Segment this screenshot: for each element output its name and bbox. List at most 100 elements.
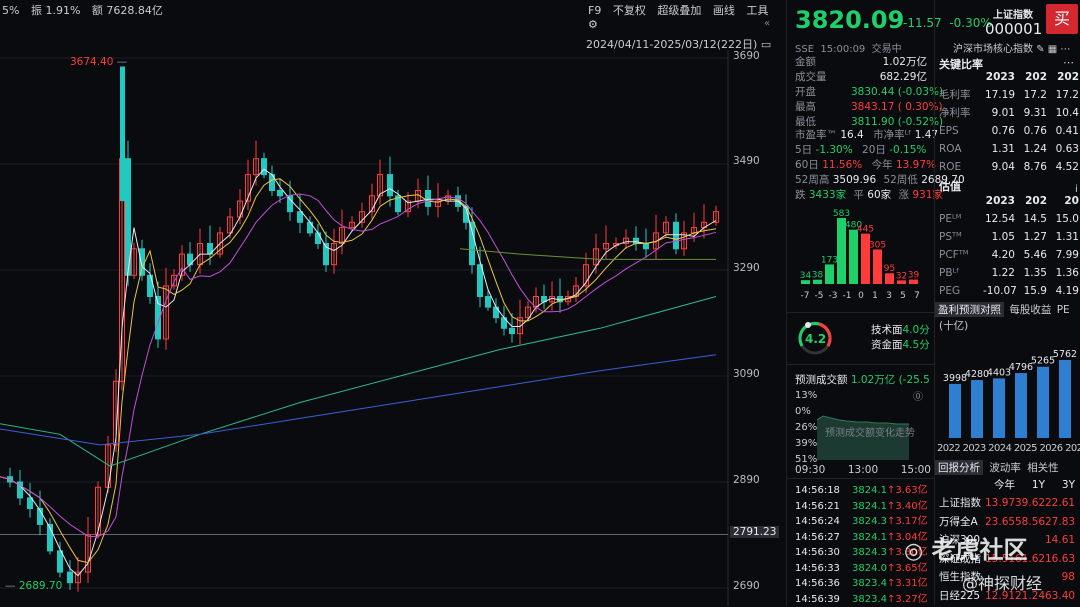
ratios-row: EPS 0.76 0.76 0.41 [939,122,1080,140]
dist-x-label: -1 [843,291,852,301]
edit-icon[interactable]: ✎ [1036,44,1044,55]
stat-row: 成交量 682.29亿 [795,70,931,85]
dist-bar-label: 34 [800,271,812,281]
returns-value: 39.62 [1015,497,1046,509]
tab-returns[interactable]: 回报分析 [935,460,983,475]
valuation-value: 12.54 [984,213,1015,225]
calendar-icon[interactable]: ▭ [761,38,771,51]
quote-panel: 3820.09 -11.57 -0.30% SSE 15:00:09 交易中 市… [786,0,992,606]
valuation-value: 15.0 [1055,213,1079,225]
buy-button[interactable]: 买 [1046,4,1078,34]
candle-body [485,296,491,308]
returns-row: 上证指数 13.9739.6222.61 [939,494,1080,512]
amp-text: 5% [2,4,20,17]
dist-x-label: 5 [900,291,906,301]
candle-body [287,195,293,213]
tick-row: 14:56:21 3824.1↑3.40亿 [795,499,931,514]
tools-button[interactable]: 工具 [746,4,768,17]
overlay-button[interactable]: 超级叠加 [657,4,701,17]
tick-time: 14:56:33 [795,562,840,574]
tick-price: 3824.1 [852,485,887,496]
dist-bar-label: 95 [884,264,895,274]
dist-bar-label: 39 [908,271,920,281]
index-code: 000001 [985,20,1043,38]
valuation-row: PEᴸᴹ 12.54 14.5 15.0 [939,210,1080,228]
profit-bar-label: 3998 [943,373,967,384]
tick-time: 14:56:21 [795,500,840,512]
valuation-year: 202 [1025,195,1047,207]
forecast-scale-label: 26% [795,422,818,433]
dist-bar [873,249,882,284]
tab-correlation[interactable]: 相关性 [1027,460,1059,475]
profit-bar-label: 5762 [1053,349,1077,360]
low-label-text: 2689.70 [18,580,63,592]
ratios-row: 毛利率 17.19 17.2 17.2 [939,86,1080,104]
tick-row: 14:56:24 3824.3↑3.17亿 [795,514,931,529]
returns-value: 98 [1061,571,1075,583]
no-adjust-button[interactable]: 不复权 [613,4,646,17]
candle-body [673,221,679,250]
profit-bar-label: 4796 [1009,362,1033,373]
profit-bar [1059,360,1071,438]
tab-volatility[interactable]: 波动率 [986,460,1024,475]
ratios-value: 0.41 [1055,125,1079,137]
ratios-year: 2023 [985,71,1015,83]
tab-eps[interactable]: 每股收益 [1007,302,1053,317]
dist-x-label: 7 [914,291,920,301]
fund-score: 资金面4.5分 [871,339,930,351]
kline-chart-area[interactable]: 5% 振 1.91% 额 7628.84亿 F9 不复权 超级叠加 画线 工具 … [0,0,786,606]
index-name: 上证指数 [993,10,1033,21]
collapse-icon[interactable]: « [764,18,770,29]
tab-profit-forecast[interactable]: 盈利预测对照 [935,302,1004,317]
valuation-value: 14.5 [1023,213,1047,225]
tab-pe[interactable]: PE [1057,304,1070,316]
candle-body [509,327,515,335]
ratios-value: 9.04 [991,161,1015,173]
candle-body [67,571,73,584]
valuation-value: 4.20 [991,249,1015,261]
exchange-text: SSE [795,44,815,55]
ratios-value: 1.31 [991,143,1015,155]
candle-body [425,190,431,207]
candle-body [27,497,33,509]
valuation-year: 20 [1064,195,1079,207]
grid-icon[interactable]: ▦ [1048,44,1057,55]
high-label-text: 3674.40 [70,56,114,68]
ma10-line [0,178,717,564]
forecast-chart-label: 预测成交额变化走势 [825,428,915,439]
profit-bar [993,378,1005,438]
dist-bar [849,229,858,284]
profit-x-labels: 2022 2023 2024 2025 2026 2027E [937,443,1080,454]
returns-value: 13.97 [985,497,1016,509]
candle-body [261,158,267,176]
returns-label: 万得全A [939,515,978,528]
y-tick-1: 3490 [733,155,760,167]
y-tick-3: 3090 [733,368,760,380]
spike-candle [120,66,125,202]
valuation-label: PCFᵀᴹ [939,249,969,261]
dist-bar-label: 583 [833,209,850,219]
more-icon[interactable]: ⋯ [1060,44,1070,55]
candle-body [477,264,483,298]
current-price-tag: 2791.23 [730,526,780,538]
settings-icon[interactable]: ⚙ [588,18,598,31]
draw-button[interactable]: 画线 [713,4,735,17]
y-tick-2: 3290 [733,262,760,274]
breadth-row: 跌 3433家 平 60家 涨 931家 [795,189,943,201]
ratios-label: EPS [939,125,959,137]
profit-bar-label: 4280 [965,369,989,380]
valuation-value: 5.46 [1023,249,1047,261]
ma120-line [0,354,717,446]
watermark-logo-icon: ◎ [904,539,924,564]
watermark-handle: @神探财经 [962,574,1043,593]
returns-col: 今年 [994,479,1015,491]
f9-button[interactable]: F9 [588,4,601,17]
kline-chart[interactable] [0,0,786,606]
low-label: — 2689.70 [5,580,63,592]
valuation-value: 1.27 [1023,231,1047,243]
tick-time: 14:56:27 [795,531,840,543]
profit-bar-label: 5265 [1031,356,1055,367]
ratios-label: ROA [939,143,962,155]
valuation-year: 2023 [985,195,1015,207]
tick-time: 14:56:39 [795,593,840,605]
